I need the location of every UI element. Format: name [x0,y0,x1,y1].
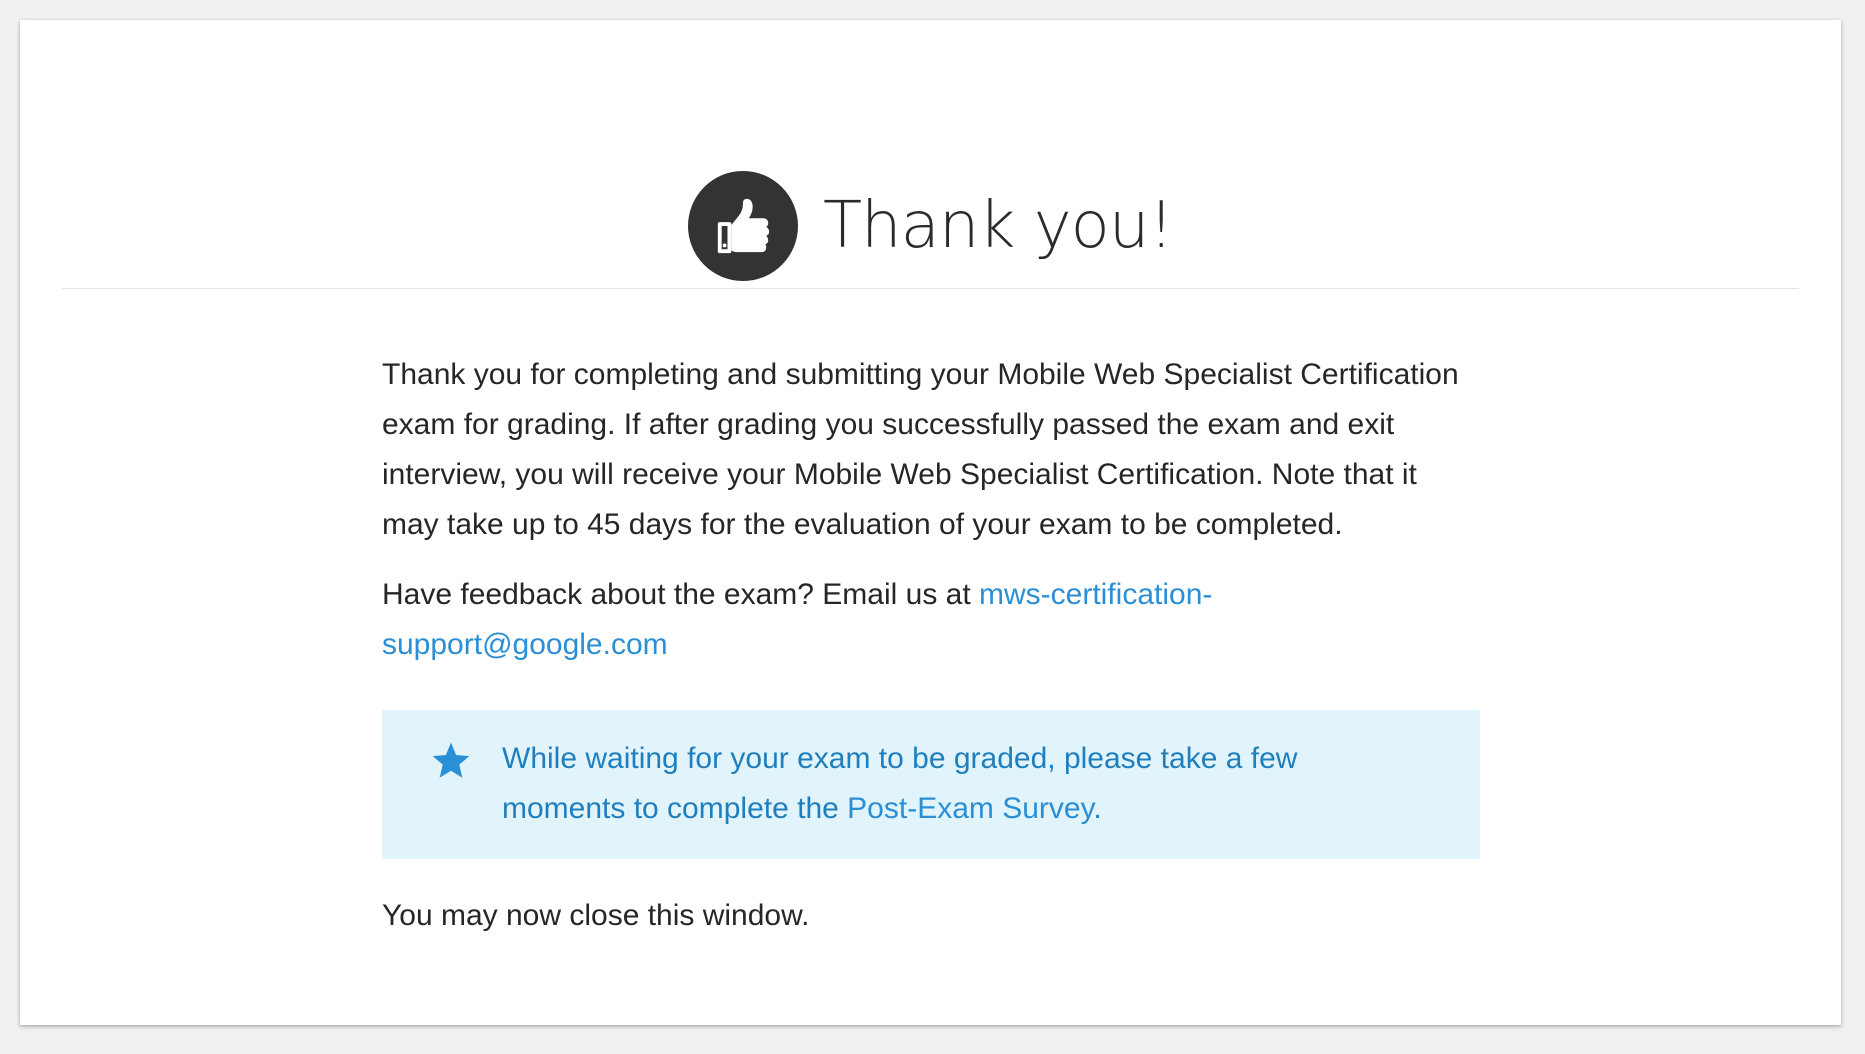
post-exam-survey-link[interactable]: Post-Exam Survey [847,792,1093,825]
thumbs-up-badge [687,171,798,281]
intro-paragraph: Thank you for completing and submitting … [382,358,1459,541]
star-icon [432,742,470,778]
survey-notice-text: While waiting for your exam to be graded… [502,734,1402,834]
feedback-text: Have feedback about the exam? Email us a… [382,578,980,611]
survey-notice-period: . [1093,792,1102,825]
thumbs-up-icon [717,198,770,254]
page-header: Thank you! [20,170,1841,282]
close-window-message: You may now close this window. [382,899,810,932]
header-divider [62,288,1799,289]
feedback-paragraph: Have feedback about the exam? Email us a… [382,570,1382,670]
thank-you-card: Thank you! Thank you for completing and … [20,20,1841,1025]
page-title: Thank you! [822,189,1174,263]
survey-notice: While waiting for your exam to be graded… [382,710,1480,859]
main-content: Thank you for completing and submitting … [382,350,1482,941]
